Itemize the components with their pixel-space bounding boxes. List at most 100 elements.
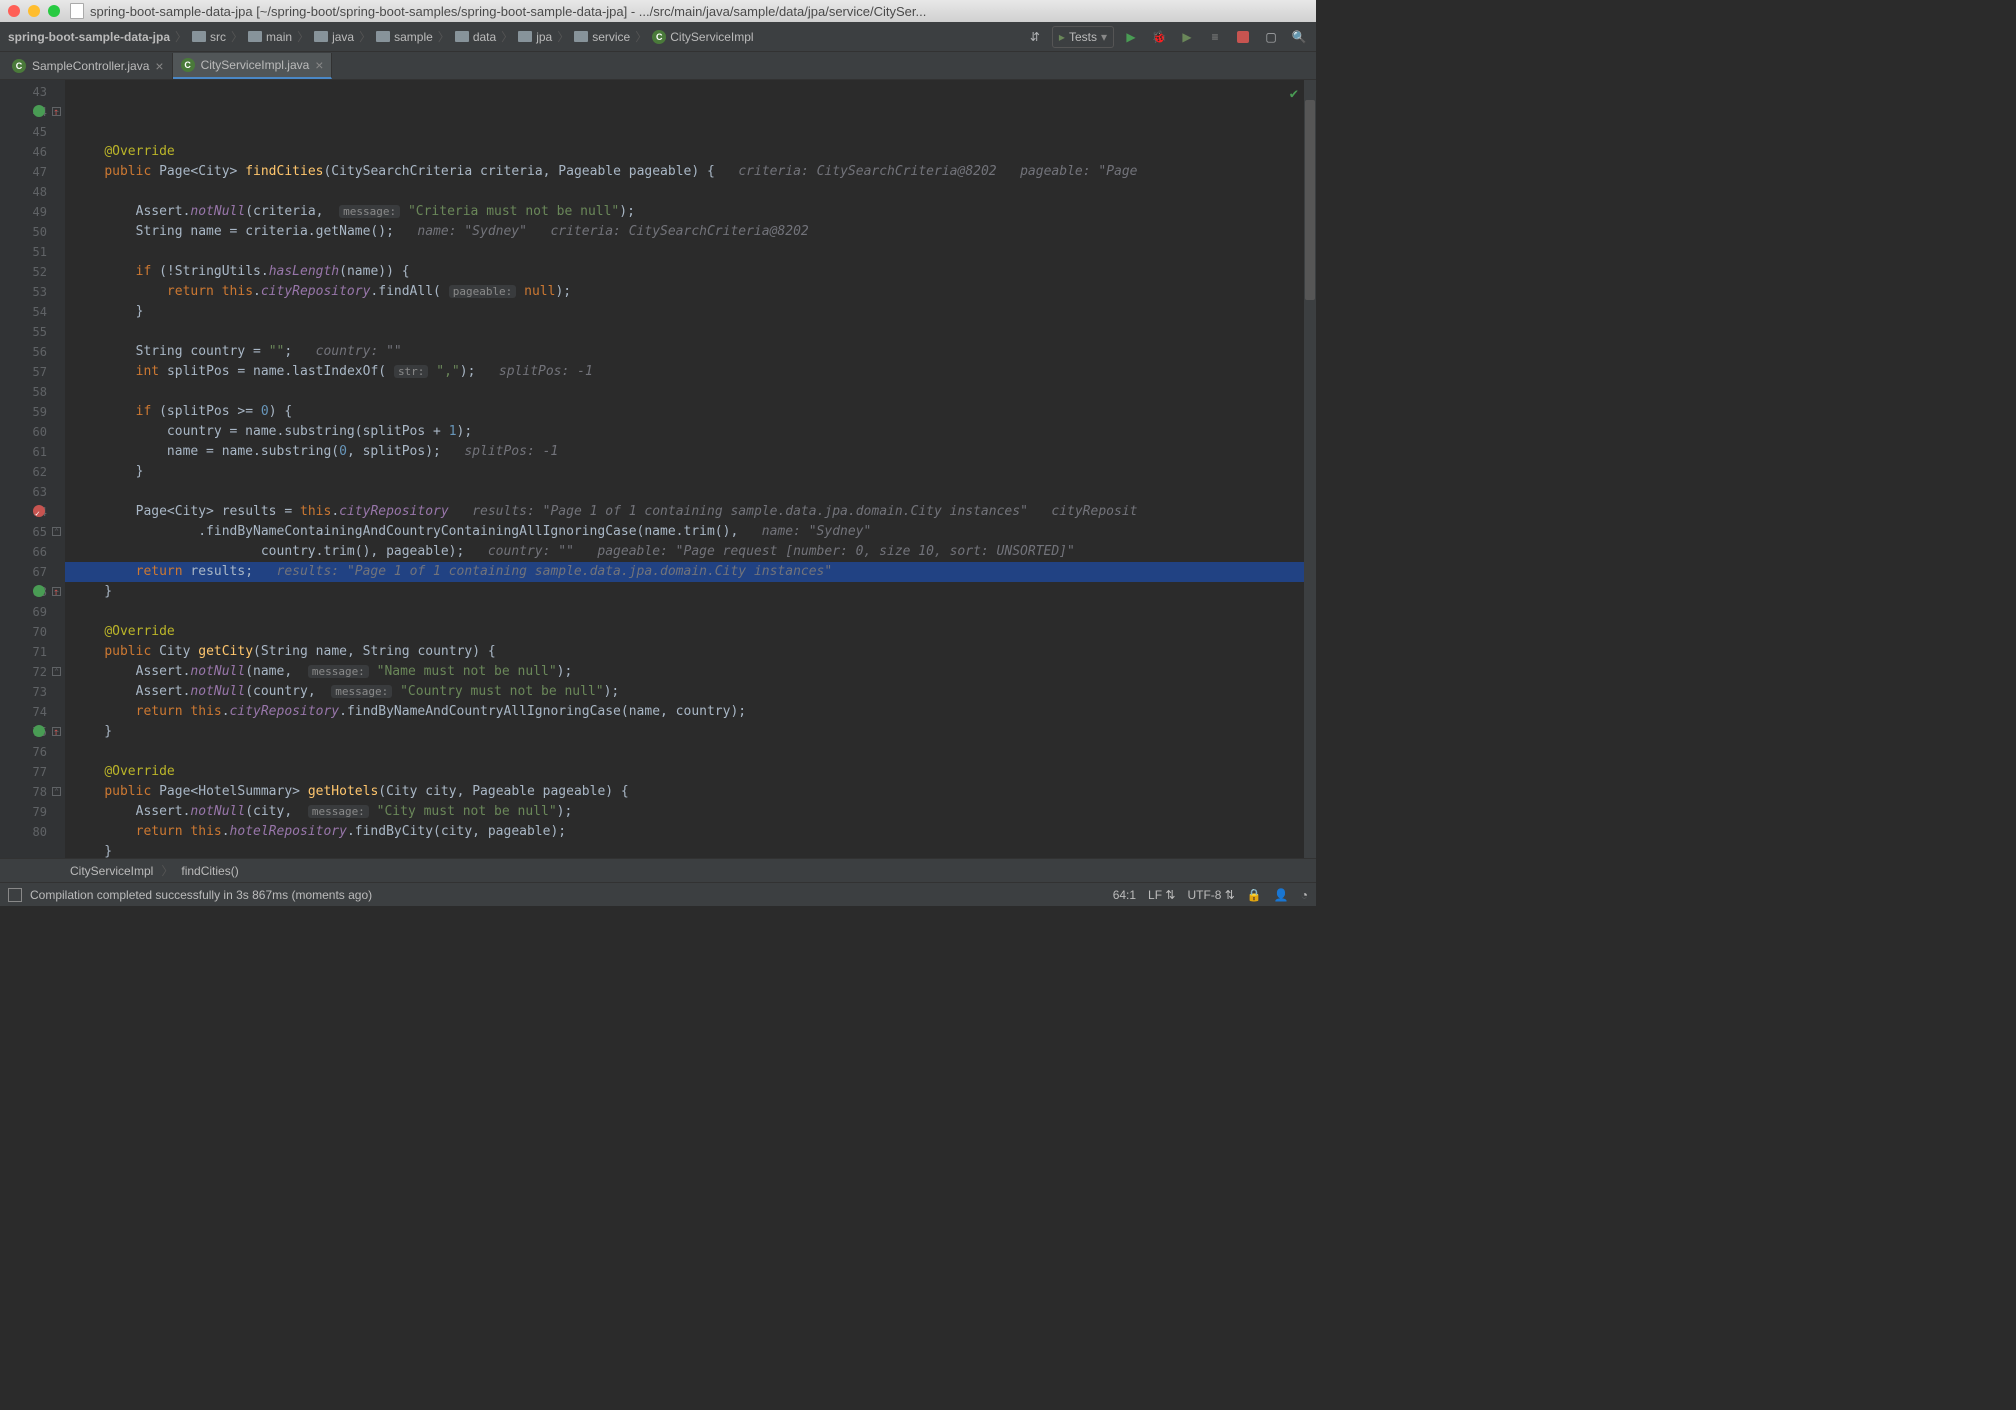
code-line[interactable]: return results; results: "Page 1 of 1 co… xyxy=(65,562,1304,582)
line-number[interactable]: 52 xyxy=(0,262,47,282)
line-number[interactable]: 61 xyxy=(0,442,47,462)
line-number[interactable]: 46 xyxy=(0,142,47,162)
inspection-icon[interactable]: 👤 xyxy=(1274,888,1289,902)
line-number[interactable]: 55 xyxy=(0,322,47,342)
line-number[interactable]: 71 xyxy=(0,642,47,662)
code-line[interactable]: if (splitPos >= 0) { xyxy=(65,402,1304,422)
line-number[interactable]: 65⌃ xyxy=(0,522,47,542)
code-line[interactable]: Assert.notNull(name, message: "Name must… xyxy=(65,662,1304,682)
code-line[interactable]: String name = criteria.getName(); name: … xyxy=(65,222,1304,242)
line-number[interactable]: 53 xyxy=(0,282,47,302)
override-marker-icon[interactable] xyxy=(33,725,45,737)
scrollbar[interactable] xyxy=(1304,80,1316,858)
status-icon[interactable] xyxy=(8,888,22,902)
fold-marker-icon[interactable]: ⌃ xyxy=(52,667,61,676)
line-number[interactable]: 74 xyxy=(0,702,47,722)
line-number[interactable]: 78⌃ xyxy=(0,782,47,802)
line-number[interactable]: 59 xyxy=(0,402,47,422)
line-number[interactable]: 56 xyxy=(0,342,47,362)
code-line[interactable]: @Override xyxy=(65,762,1304,782)
code-line[interactable] xyxy=(65,242,1304,262)
code-line[interactable]: String country = ""; country: "" xyxy=(65,342,1304,362)
code-line[interactable]: } xyxy=(65,302,1304,322)
scroll-thumb[interactable] xyxy=(1305,100,1315,300)
code-line[interactable]: public City getCity(String name, String … xyxy=(65,642,1304,662)
code-line[interactable] xyxy=(65,742,1304,762)
fold-marker-icon[interactable]: − xyxy=(52,107,61,116)
override-marker-icon[interactable] xyxy=(33,585,45,597)
breadcrumb-item[interactable]: java xyxy=(312,30,356,44)
lock-icon[interactable]: 🔒 xyxy=(1247,888,1262,902)
close-window-button[interactable] xyxy=(8,5,20,17)
line-number[interactable]: 75− xyxy=(0,722,47,742)
line-number[interactable]: 80 xyxy=(0,822,47,842)
breadcrumb-item[interactable]: sample xyxy=(374,30,435,44)
fold-marker-icon[interactable]: ⌃ xyxy=(52,527,61,536)
breadcrumb-item[interactable]: CCityServiceImpl xyxy=(650,30,755,44)
breadcrumb-item[interactable]: jpa xyxy=(516,30,554,44)
line-number[interactable]: 45 xyxy=(0,122,47,142)
memory-indicator[interactable]: ◔ xyxy=(1301,888,1308,902)
line-number[interactable]: 43 xyxy=(0,82,47,102)
line-number[interactable]: 51 xyxy=(0,242,47,262)
code-line[interactable] xyxy=(65,322,1304,342)
code-line[interactable]: .findByNameContainingAndCountryContainin… xyxy=(65,522,1304,542)
line-number[interactable]: 79 xyxy=(0,802,47,822)
minimize-window-button[interactable] xyxy=(28,5,40,17)
coverage-button[interactable]: ▶ xyxy=(1176,26,1198,48)
breadcrumb-item[interactable]: main xyxy=(246,30,294,44)
layout-icon[interactable]: ▢ xyxy=(1260,26,1282,48)
gutter[interactable]: 4344−45464748495051525354555657585960616… xyxy=(0,80,65,858)
breadcrumb-item[interactable]: service xyxy=(572,30,632,44)
structure-breadcrumb[interactable]: CityServiceImpl 〉 findCities() xyxy=(0,858,1316,882)
build-icon[interactable]: ⇵ xyxy=(1024,26,1046,48)
profile-button[interactable]: ≡ xyxy=(1204,26,1226,48)
line-number[interactable]: 63 xyxy=(0,482,47,502)
line-number[interactable]: 47 xyxy=(0,162,47,182)
code-line[interactable]: return this.cityRepository.findAll( page… xyxy=(65,282,1304,302)
inspection-ok-icon[interactable]: ✔ xyxy=(1290,84,1298,104)
fold-marker-icon[interactable]: ⌃ xyxy=(52,787,61,796)
run-button[interactable]: ▶ xyxy=(1120,26,1142,48)
code-line[interactable] xyxy=(65,482,1304,502)
line-number[interactable]: 73 xyxy=(0,682,47,702)
code-line[interactable]: Assert.notNull(city, message: "City must… xyxy=(65,802,1304,822)
code-line[interactable] xyxy=(65,182,1304,202)
code-line[interactable]: } xyxy=(65,462,1304,482)
code-line[interactable]: @Override xyxy=(65,622,1304,642)
fold-marker-icon[interactable]: − xyxy=(52,587,61,596)
code-line[interactable]: name = name.substring(0, splitPos); spli… xyxy=(65,442,1304,462)
line-number[interactable]: 77 xyxy=(0,762,47,782)
code-line[interactable]: return this.hotelRepository.findByCity(c… xyxy=(65,822,1304,842)
code-line[interactable]: public Page<HotelSummary> getHotels(City… xyxy=(65,782,1304,802)
crumb-class[interactable]: CityServiceImpl xyxy=(70,864,153,878)
line-number[interactable]: 62 xyxy=(0,462,47,482)
line-number[interactable]: 68− xyxy=(0,582,47,602)
caret-position[interactable]: 64:1 xyxy=(1113,888,1136,902)
editor-tab[interactable]: CCityServiceImpl.java× xyxy=(173,53,333,79)
code-line[interactable]: if (!StringUtils.hasLength(name)) { xyxy=(65,262,1304,282)
line-number[interactable]: 72⌃ xyxy=(0,662,47,682)
breadcrumb-item[interactable]: data xyxy=(453,30,498,44)
code-line[interactable]: Assert.notNull(country, message: "Countr… xyxy=(65,682,1304,702)
breakpoint-hit-icon[interactable] xyxy=(33,505,45,517)
editor-tab[interactable]: CSampleController.java× xyxy=(4,53,173,79)
code-line[interactable]: Page<City> results = this.cityRepository… xyxy=(65,502,1304,522)
code-line[interactable] xyxy=(65,602,1304,622)
stop-button[interactable] xyxy=(1232,26,1254,48)
line-number[interactable]: 50 xyxy=(0,222,47,242)
code-line[interactable]: @Override xyxy=(65,142,1304,162)
fold-marker-icon[interactable]: − xyxy=(52,727,61,736)
code-line[interactable]: return this.cityRepository.findByNameAnd… xyxy=(65,702,1304,722)
code-line[interactable]: country.trim(), pageable); country: "" p… xyxy=(65,542,1304,562)
search-everywhere-icon[interactable]: 🔍 xyxy=(1288,26,1310,48)
line-number[interactable]: 49 xyxy=(0,202,47,222)
line-number[interactable]: 54 xyxy=(0,302,47,322)
code-line[interactable]: public Page<City> findCities(CitySearchC… xyxy=(65,162,1304,182)
breadcrumb-item[interactable]: spring-boot-sample-data-jpa xyxy=(6,30,172,44)
override-marker-icon[interactable] xyxy=(33,105,45,117)
line-number[interactable]: 76 xyxy=(0,742,47,762)
code-line[interactable]: } xyxy=(65,722,1304,742)
code-line[interactable]: } xyxy=(65,842,1304,858)
debug-button[interactable]: 🐞 xyxy=(1148,26,1170,48)
